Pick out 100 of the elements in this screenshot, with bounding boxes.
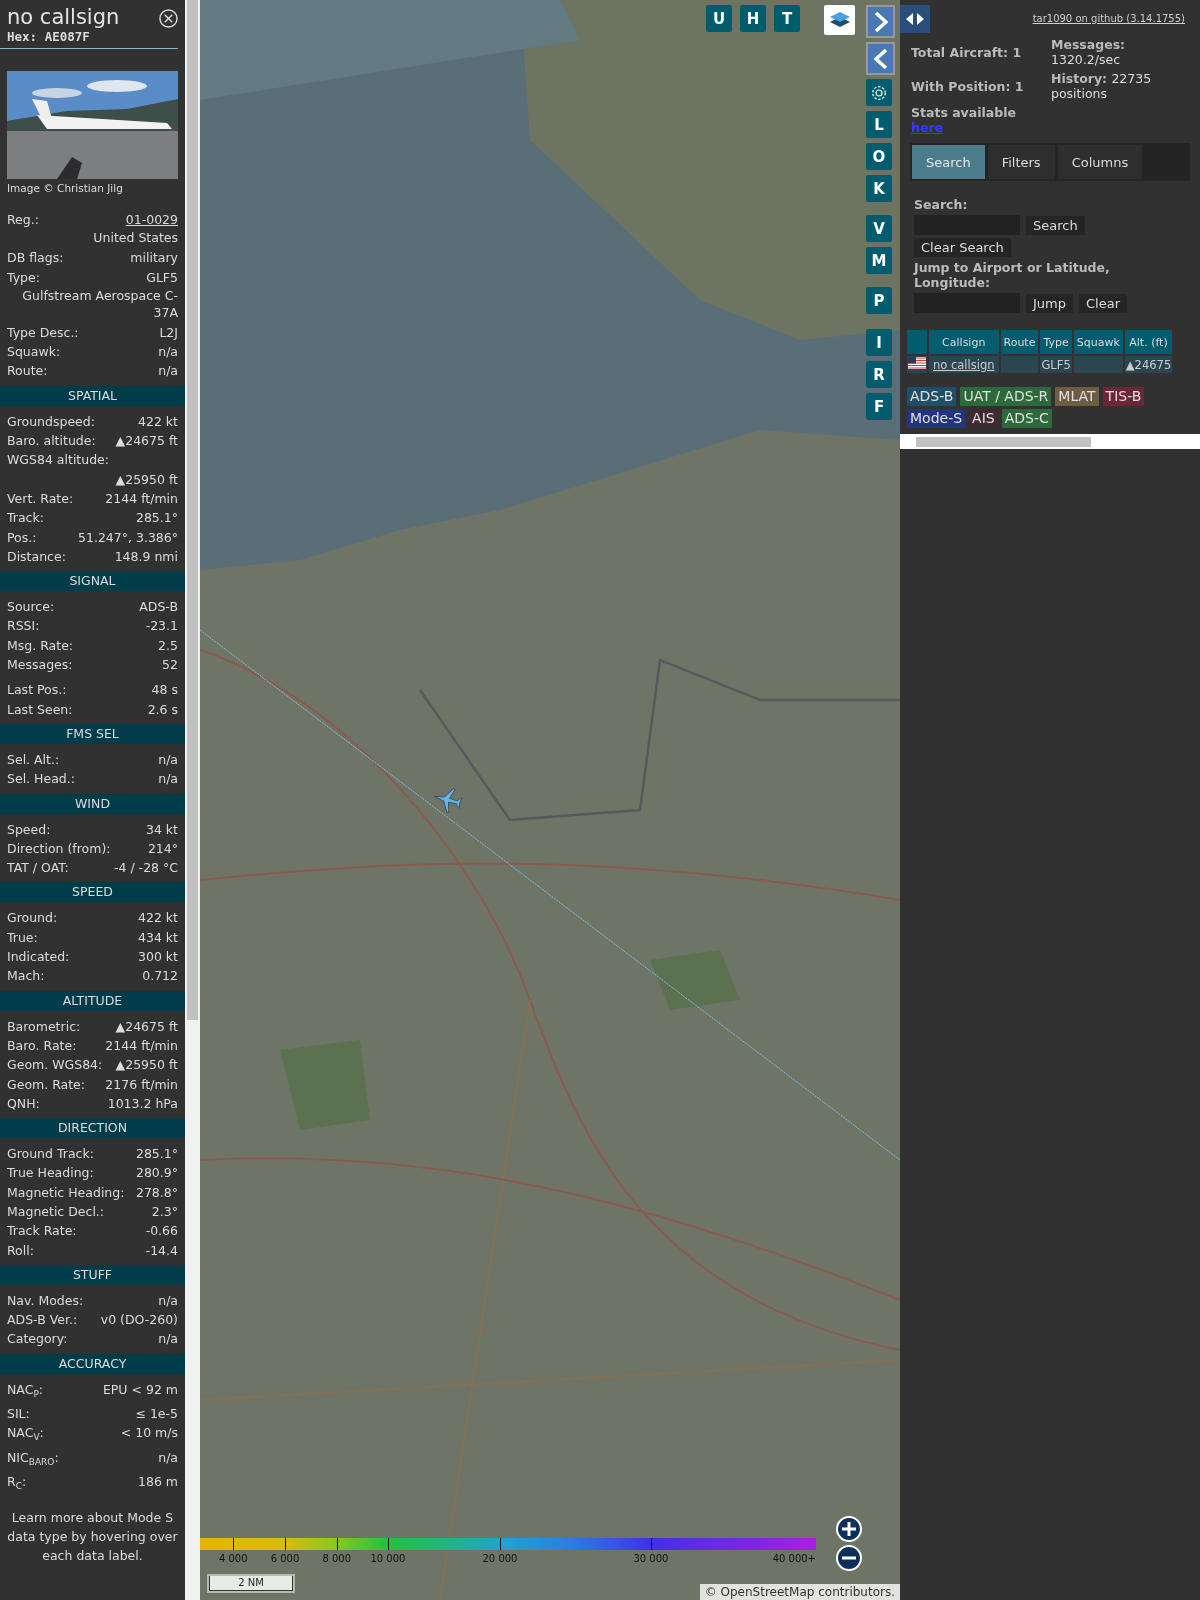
map-toggle-button[interactable]: M xyxy=(866,247,892,274)
map-toggle-button[interactable]: U xyxy=(706,5,732,32)
field-value: n/a xyxy=(158,1330,178,1349)
tab[interactable]: Search xyxy=(912,145,985,179)
field-value: ≤ 1e-5 xyxy=(135,1405,178,1424)
panel-toggle-button[interactable] xyxy=(900,5,930,33)
layers-button[interactable] xyxy=(824,5,855,35)
settings-button[interactable] xyxy=(866,79,892,106)
help-text: Learn more about Mode S data type by hovering over each data label. xyxy=(6,1509,179,1566)
clear-button[interactable]: Clear xyxy=(1079,293,1127,313)
legend-label: 8 000 xyxy=(322,1553,352,1564)
legend-label: 4 000 xyxy=(218,1553,248,1564)
field-value: ▲24675 ft xyxy=(115,432,178,451)
section-header: SPATIAL xyxy=(0,385,185,406)
field-label: Last Seen: xyxy=(7,700,73,719)
field-label: Reg.: xyxy=(7,211,39,229)
previous-button[interactable] xyxy=(866,42,895,75)
field-label: R$_{C}$: xyxy=(7,1472,27,1493)
field-label: Speed: xyxy=(7,820,51,839)
section-header: ALTITUDE xyxy=(0,990,185,1011)
column-header[interactable]: Type xyxy=(1040,330,1072,354)
map-toggle-button[interactable]: F xyxy=(866,393,892,420)
clear-search-button[interactable]: Clear Search xyxy=(914,238,1011,257)
with-position: With Position: 1 xyxy=(911,78,1025,96)
field-label: Track: xyxy=(7,509,44,528)
jump-button[interactable]: Jump xyxy=(1026,293,1073,313)
tab[interactable]: Filters xyxy=(987,145,1055,179)
jump-label: Jump to Airport or Latitude, Longitude: xyxy=(914,260,1111,290)
callsign-link[interactable]: no callsign xyxy=(930,357,998,372)
search-button[interactable]: Search xyxy=(1026,215,1085,235)
hex-code: Hex: AE087F xyxy=(7,29,91,44)
map-toggle-button[interactable]: K xyxy=(866,175,892,202)
field-value: -14.4 xyxy=(145,1241,178,1260)
map-toggle-button[interactable]: V xyxy=(866,215,892,242)
field-value: GLF5 xyxy=(146,268,178,287)
field-label: Indicated: xyxy=(7,948,70,966)
field-value: 52 xyxy=(162,656,178,675)
field-label: QNH: xyxy=(7,1094,40,1113)
field-label: Msg. Rate: xyxy=(7,636,74,655)
scrollbar[interactable] xyxy=(185,0,200,1600)
plus-icon xyxy=(841,1521,857,1537)
field-value: EPU < 92 m xyxy=(102,1380,178,1399)
source-tag: ADS-B xyxy=(907,387,957,406)
field-value: 285.1° xyxy=(135,1145,178,1164)
map-toggle-button[interactable]: I xyxy=(866,329,892,356)
airplane-icon[interactable] xyxy=(434,788,463,813)
field-label: Sel. Head.: xyxy=(7,770,75,789)
field-value: 1013.2 hPa xyxy=(107,1094,178,1113)
legend-label: 10 000 xyxy=(370,1553,406,1564)
field-label: SIL: xyxy=(7,1405,30,1424)
field-label: NAC$_{P}$: xyxy=(7,1380,44,1401)
map-toggle-button[interactable]: L xyxy=(866,111,892,138)
field-label: Roll: xyxy=(7,1241,34,1260)
field-label: Route: xyxy=(7,362,48,381)
field-label: Sel. Alt.: xyxy=(7,750,60,769)
field-label: RSSI: xyxy=(7,617,40,636)
registration-link[interactable]: 01-0029 xyxy=(125,210,178,230)
section-header: ACCURACY xyxy=(0,1353,185,1374)
legend-label: 30 000 xyxy=(633,1553,669,1564)
legend-label: 6 000 xyxy=(270,1553,300,1564)
table-cell xyxy=(1000,356,1039,373)
column-header[interactable]: Callsign xyxy=(929,330,999,354)
close-icon[interactable] xyxy=(159,9,178,28)
map-toggle-button[interactable]: H xyxy=(740,5,766,32)
column-header[interactable]: Route xyxy=(1000,330,1039,354)
source-tag: Mode-S xyxy=(907,409,966,428)
map-toggle-button[interactable]: O xyxy=(866,143,892,170)
version-link[interactable]: tar1090 on github (3.14.1755) xyxy=(1032,13,1185,24)
field-value: 2.3° xyxy=(151,1203,178,1221)
openstreetmap-link[interactable]: OpenStreetMap xyxy=(720,1585,815,1599)
map-toggle-button[interactable]: R xyxy=(866,361,892,388)
map-toggle-button[interactable]: T xyxy=(774,5,800,32)
field-value: 186 m xyxy=(138,1472,178,1491)
section-header: SIGNAL xyxy=(0,571,185,592)
column-header[interactable]: Alt. (ft) xyxy=(1124,330,1173,354)
field-label: Category: xyxy=(7,1330,68,1349)
source-tag: TIS-B xyxy=(1102,387,1145,406)
table-cell xyxy=(1073,356,1123,373)
section-header: SPEED xyxy=(0,882,185,903)
section-header: WIND xyxy=(0,793,185,814)
map-toggle-button[interactable]: P xyxy=(866,287,892,314)
section-header: FMS SEL xyxy=(0,723,185,744)
field-value: n/a xyxy=(158,770,178,789)
field-label: True: xyxy=(7,928,38,947)
field-label: Baro. Rate: xyxy=(7,1036,77,1055)
field-label: Pos.: xyxy=(7,528,37,547)
next-button[interactable] xyxy=(866,5,895,38)
source-tag: UAT / ADS-R xyxy=(960,387,1052,406)
field-value: ▲24675 ft xyxy=(115,1017,178,1036)
tab[interactable]: Columns xyxy=(1057,145,1143,179)
field-value: -4 / -28 °C xyxy=(114,859,178,878)
column-header[interactable]: Squawk xyxy=(1073,330,1123,354)
field-value: military xyxy=(130,249,178,268)
horizontal-scrollbar[interactable] xyxy=(900,434,1200,449)
field-value: n/a xyxy=(158,343,178,362)
chevron-right-icon xyxy=(873,10,888,33)
source-tag: ADS-C xyxy=(1001,409,1052,428)
field-label: Magnetic Heading: xyxy=(7,1183,125,1202)
field-label: WGS84 altitude: xyxy=(7,452,110,468)
field-value: 2.6 s xyxy=(147,700,178,719)
